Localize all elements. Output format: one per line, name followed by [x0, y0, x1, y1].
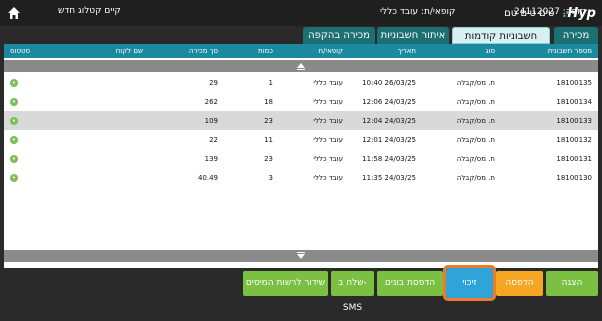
brand: Hyp. טים טים טם — [504, 3, 596, 23]
scroll-down-button[interactable] — [4, 250, 598, 262]
table-row[interactable]: 18100132 ח. מס/קבלה 12:01 24/03/25 עובד כלל… — [4, 130, 598, 149]
table-row[interactable]: 18100135 ח. מס/קבלה 10:40 26/03/25 עובד כלל… — [4, 73, 598, 92]
action-bar: הצגה הדפסה זיכוי הדפסת בונים שלח ב-SMS ש… — [0, 265, 602, 313]
status-ok-icon: • — [10, 79, 18, 87]
tab-sale[interactable]: מכירה — [554, 27, 598, 44]
cell-type: ח. מס/קבלה — [456, 98, 495, 106]
cell-type: ח. מס/קבלה — [456, 155, 495, 163]
table-header: מספר חשבונית סוג תאריך קופאי/ת כמות סך מ… — [4, 44, 598, 58]
cell-invoice-number: 18100131 — [556, 155, 592, 163]
cell-quantity: 18 — [264, 98, 273, 106]
cell-cashier: עובד כללי — [313, 174, 343, 182]
top-bar: קיים קטלוג חדש קופאי/ת: עובד כללי קופה: … — [0, 0, 602, 26]
credit-button[interactable]: זיכוי — [443, 265, 496, 301]
col-quantity: כמות — [258, 47, 273, 55]
arrow-up-icon — [297, 63, 305, 68]
status-ok-icon: • — [10, 98, 18, 106]
cell-quantity: 23 — [264, 155, 273, 163]
invoices-panel: מספר חשבונית סוג תאריך קופאי/ת כמות סך מ… — [4, 44, 598, 268]
tab-credit-sale[interactable]: מכירה בהקפה — [303, 27, 375, 44]
cell-total: 262 — [204, 98, 218, 106]
arrow-down-icon — [297, 254, 305, 259]
col-date: תאריך — [397, 47, 416, 55]
cell-date: 12:01 24/03/25 — [362, 136, 416, 144]
cell-type: ח. מס/קבלה — [456, 79, 495, 87]
cell-total: 29 — [209, 79, 218, 87]
cell-cashier: עובד כללי — [313, 98, 343, 106]
cell-invoice-number: 18100133 — [556, 117, 592, 125]
tab-find-invoices[interactable]: איתור חשבוניות — [377, 27, 449, 44]
cell-total: 40.49 — [197, 174, 218, 182]
cell-invoice-number: 18100134 — [556, 98, 592, 106]
cell-type: ח. מס/קבלה — [456, 117, 495, 125]
table-row[interactable]: 18100130 ח. מס/קבלה 11:35 24/03/25 עובד כלל… — [4, 168, 598, 187]
hyp-logo: Hyp. — [562, 5, 596, 21]
display-button[interactable]: הצגה — [546, 271, 598, 296]
col-status: סטטוס — [10, 47, 31, 55]
cell-invoice-number: 18100132 — [556, 136, 592, 144]
cell-quantity: 3 — [268, 174, 273, 182]
cell-total: 139 — [204, 155, 218, 163]
col-type: סוג — [485, 47, 495, 55]
send-sms-button[interactable]: שלח ב-SMS — [331, 271, 374, 313]
status-ok-icon: • — [10, 174, 18, 182]
home-icon[interactable] — [6, 5, 22, 21]
send-tax-authority-button[interactable]: שידור לרשות המיסים — [243, 271, 328, 296]
cell-type: ח. מס/קבלה — [456, 174, 495, 182]
cell-invoice-number: 18100135 — [556, 79, 592, 87]
cell-date: 11:35 24/03/25 — [362, 174, 416, 182]
cell-cashier: עובד כללי — [313, 117, 343, 125]
cell-date: 10:40 26/03/25 — [362, 79, 416, 87]
status-ok-icon: • — [10, 136, 18, 144]
col-cashier: קופאי/ת — [318, 47, 343, 55]
cell-date: 11:58 24/03/25 — [362, 155, 416, 163]
app-screen: קיים קטלוג חדש קופאי/ת: עובד כללי קופה: … — [0, 0, 602, 313]
table-row[interactable]: 18100134 ח. מס/קבלה 12:06 24/03/25 עובד כלל… — [4, 92, 598, 111]
print-vouchers-button[interactable]: הדפסת בונים — [377, 271, 443, 296]
status-ok-icon: • — [10, 117, 18, 125]
print-button[interactable]: הדפסה — [496, 271, 543, 296]
cell-date: 12:06 24/03/25 — [362, 98, 416, 106]
cell-cashier: עובד כללי — [313, 155, 343, 163]
status-ok-icon: • — [10, 155, 18, 163]
cashier-info: קופאי/ת: עובד כללי — [380, 7, 456, 17]
cell-date: 12:04 24/03/25 — [362, 117, 416, 125]
col-invoice-number: מספר חשבונית — [547, 47, 592, 55]
cell-cashier: עובד כללי — [313, 136, 343, 144]
cell-quantity: 1 — [268, 79, 273, 87]
cell-total: 22 — [209, 136, 218, 144]
tab-previous-invoices[interactable]: חשבוניות קודמות — [452, 27, 550, 44]
table-row[interactable]: 18100131 ח. מס/קבלה 11:58 24/03/25 עובד כלל… — [4, 149, 598, 168]
col-total: סך מכירה — [188, 47, 218, 55]
table-row[interactable]: 18100133 ח. מס/קבלה 12:04 24/03/25 עובד כלל… — [4, 111, 598, 130]
scroll-up-button[interactable] — [4, 60, 598, 72]
tab-bar: מכירה חשבוניות קודמות איתור חשבוניות מכי… — [0, 26, 602, 44]
col-customer: שם לקוח — [115, 47, 143, 55]
cell-invoice-number: 18100130 — [556, 174, 592, 182]
cell-cashier: עובד כללי — [313, 79, 343, 87]
new-catalog-notice[interactable]: קיים קטלוג חדש — [58, 6, 121, 16]
cell-total: 109 — [204, 117, 218, 125]
cell-quantity: 23 — [264, 117, 273, 125]
terminal-name: טים טים טם — [504, 7, 555, 19]
cell-quantity: 11 — [264, 136, 273, 144]
cell-type: ח. מס/קבלה — [456, 136, 495, 144]
